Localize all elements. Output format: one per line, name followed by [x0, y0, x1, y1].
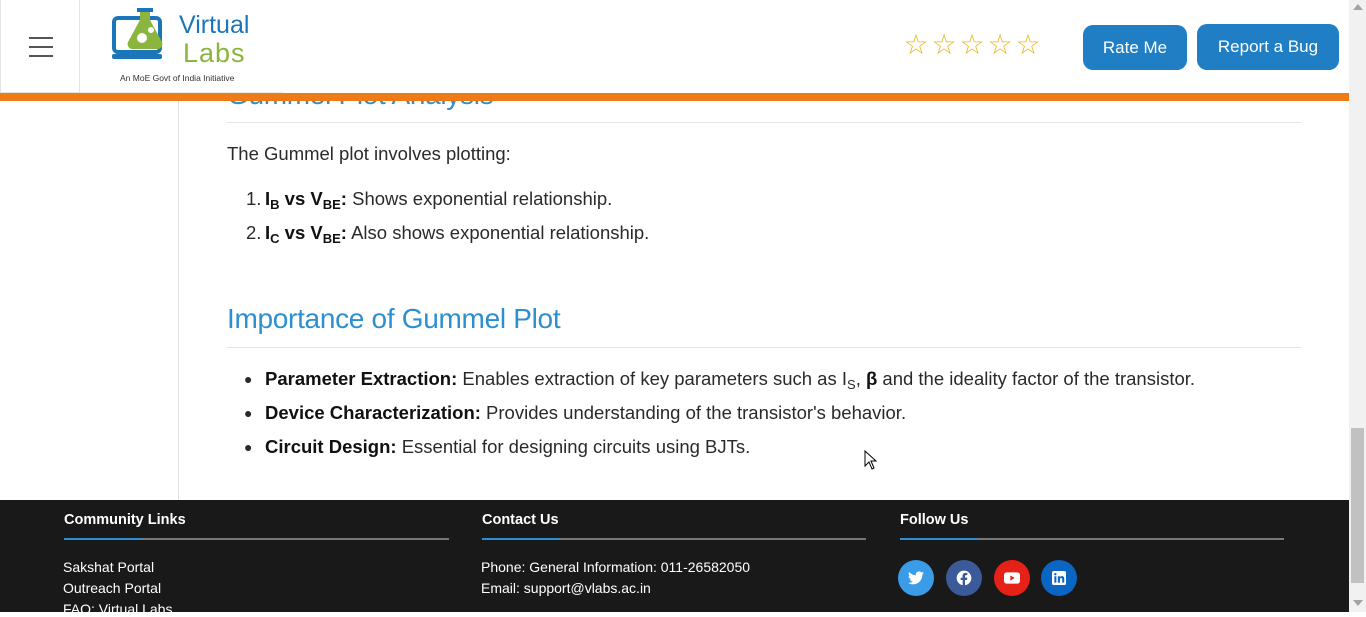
- footer-link-faq[interactable]: FAQ: Virtual Labs: [63, 601, 172, 617]
- star-icon[interactable]: ☆: [1015, 31, 1041, 59]
- star-icon[interactable]: ☆: [987, 31, 1013, 59]
- site-footer: Community Links Sakshat Portal Outreach …: [0, 500, 1349, 617]
- rating-stars: ☆ ☆ ☆ ☆ ☆: [903, 31, 1041, 59]
- footer-link-sakshat[interactable]: Sakshat Portal: [63, 559, 154, 575]
- scrollbar-thumb[interactable]: [1351, 428, 1364, 583]
- footer-phone: Phone: General Information: 011-26582050: [481, 559, 751, 575]
- section-title-importance: Importance of Gummel Plot: [227, 303, 561, 334]
- mouse-cursor-icon: [864, 450, 878, 470]
- logo-title: Virtual: [179, 11, 250, 39]
- list-item: ● Parameter Extraction: Enables extractio…: [244, 368, 1196, 392]
- footer-link-outreach[interactable]: Outreach Portal: [63, 580, 161, 596]
- section-divider: [227, 122, 1301, 123]
- list-item: 1. IB vs VBE: Shows exponential relations…: [246, 188, 613, 212]
- scroll-down-arrow-icon[interactable]: [1353, 600, 1363, 606]
- footer-email[interactable]: Email: support@vlabs.ac.in: [481, 580, 651, 596]
- sidebar-column: [0, 101, 179, 500]
- plot-list: 1. IB vs VBE: Shows exponential relations…: [246, 186, 649, 254]
- footer-divider-accent: [482, 538, 560, 540]
- list-item: 2. IC vs VBE: Also shows exponential rela…: [246, 222, 650, 246]
- logo-title-labs: Labs: [183, 38, 246, 68]
- youtube-icon[interactable]: [994, 560, 1030, 596]
- rate-me-button[interactable]: Rate Me: [1083, 25, 1187, 70]
- hamburger-icon: [29, 37, 53, 57]
- header-accent-bar: [0, 93, 1349, 101]
- list-item: ● Device Characterization: Provides under…: [244, 402, 907, 423]
- site-header: Virtual Labs An MoE Govt of India Initia…: [0, 0, 1349, 93]
- list-item: ● Circuit Design: Essential for designing…: [244, 436, 751, 457]
- linkedin-icon[interactable]: [1041, 560, 1077, 596]
- facebook-icon[interactable]: [946, 560, 982, 596]
- star-icon[interactable]: ☆: [903, 31, 929, 59]
- footer-follow-title: Follow Us: [900, 512, 969, 528]
- virtual-labs-logo-icon: [112, 8, 163, 59]
- star-icon[interactable]: ☆: [931, 31, 957, 59]
- logo-subtitle: An MoE Govt of India Initiative: [120, 73, 235, 83]
- footer-contact-title: Contact Us: [482, 512, 559, 528]
- star-icon[interactable]: ☆: [959, 31, 985, 59]
- footer-divider-accent: [900, 538, 978, 540]
- importance-list: ● Parameter Extraction: Enables extractio…: [244, 366, 1195, 468]
- report-bug-button[interactable]: Report a Bug: [1197, 24, 1339, 70]
- scroll-up-arrow-icon[interactable]: [1353, 4, 1363, 10]
- intro-paragraph: The Gummel plot involves plotting:: [227, 143, 511, 164]
- footer-community-title: Community Links: [64, 512, 186, 528]
- section-divider: [227, 347, 1301, 348]
- footer-divider-accent: [64, 538, 142, 540]
- menu-toggle-button[interactable]: [0, 0, 80, 93]
- twitter-icon[interactable]: [898, 560, 934, 596]
